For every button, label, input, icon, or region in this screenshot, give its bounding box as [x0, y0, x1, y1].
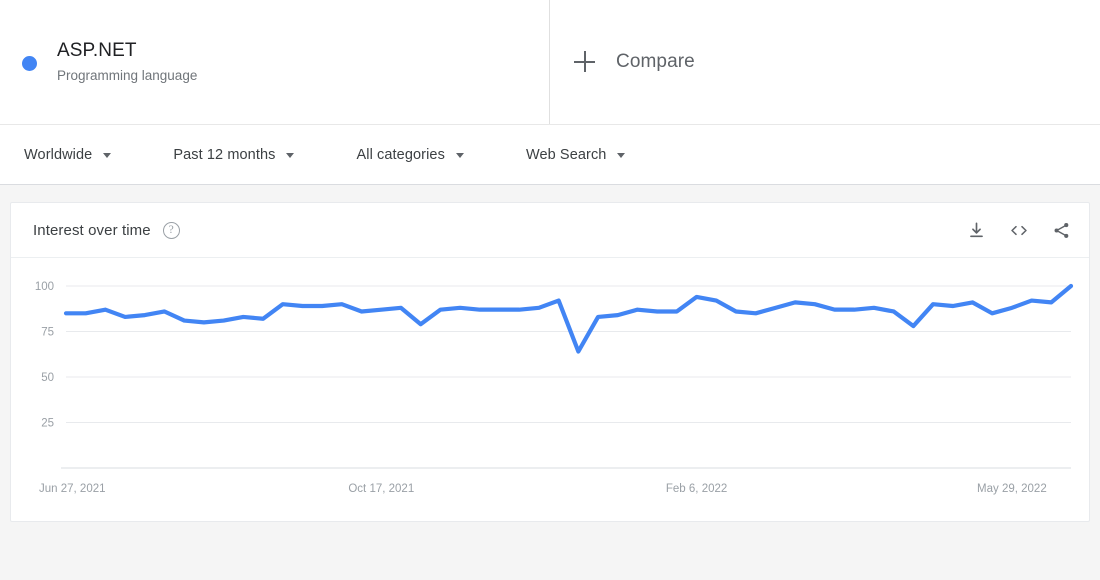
interest-over-time-panel: Interest over time ? 25 50 75 100 Jun 27…: [10, 202, 1090, 522]
chevron-down-icon: [617, 153, 626, 158]
x-axis-tick: Jun 27, 2021: [39, 483, 106, 495]
trend-line: [63, 283, 1074, 354]
compare-label: Compare: [616, 51, 695, 72]
y-axis-tick: 25: [41, 418, 54, 430]
plus-icon: [574, 51, 596, 73]
chart-area[interactable]: 25 50 75 100 Jun 27, 2021 Oct 17, 2021 Feb 6, …: [11, 258, 1089, 522]
search-term-card[interactable]: ASP.NET Programming language: [0, 0, 550, 124]
search-term-title: ASP.NET: [57, 40, 137, 61]
filter-search-type[interactable]: Web Search: [526, 147, 626, 163]
interest-over-time-chart: 25 50 75 100 Jun 27, 2021 Oct 17, 2021 Feb 6, …: [35, 281, 1074, 495]
download-icon[interactable]: [967, 221, 986, 240]
search-term-text: ASP.NET Programming language: [57, 38, 197, 86]
filter-location[interactable]: Worldwide: [24, 146, 112, 163]
x-axis-tick: Oct 17, 2021: [348, 483, 414, 495]
help-icon[interactable]: ?: [162, 221, 180, 239]
x-axis-tick: May 29, 2022: [977, 483, 1047, 495]
y-axis-tick: 50: [41, 372, 54, 384]
page-gap: [0, 185, 1100, 202]
chevron-down-icon: [286, 153, 295, 158]
y-axis-tick: 75: [41, 327, 54, 339]
share-icon[interactable]: [1052, 221, 1071, 240]
x-axis-tick: Feb 6, 2022: [666, 483, 727, 495]
search-term-subtitle: Programming language: [57, 68, 198, 83]
google-trends-page: ASP.NET Programming language Compare Wor…: [0, 0, 1100, 580]
add-comparison-button[interactable]: Compare: [550, 0, 1100, 124]
filter-category-label: All categories: [356, 146, 445, 163]
y-axis-tick: 100: [35, 281, 54, 293]
embed-icon[interactable]: [1008, 221, 1030, 240]
filter-bar: Worldwide Past 12 months All categories …: [0, 125, 1100, 185]
filter-category[interactable]: All categories: [356, 146, 464, 163]
filter-time-range[interactable]: Past 12 months: [173, 146, 295, 163]
panel-title: Interest over time: [33, 221, 151, 239]
panel-header: Interest over time ?: [11, 203, 1089, 258]
filter-search-type-label: Web Search: [525, 146, 607, 163]
chevron-down-icon: [103, 153, 112, 158]
panel-actions: [967, 221, 1071, 240]
filter-time-range-label: Past 12 months: [173, 146, 276, 163]
chevron-down-icon: [455, 153, 464, 158]
search-term-bar: ASP.NET Programming language Compare: [0, 0, 1100, 125]
series-color-dot: [22, 55, 37, 71]
filter-location-label: Worldwide: [24, 146, 93, 163]
